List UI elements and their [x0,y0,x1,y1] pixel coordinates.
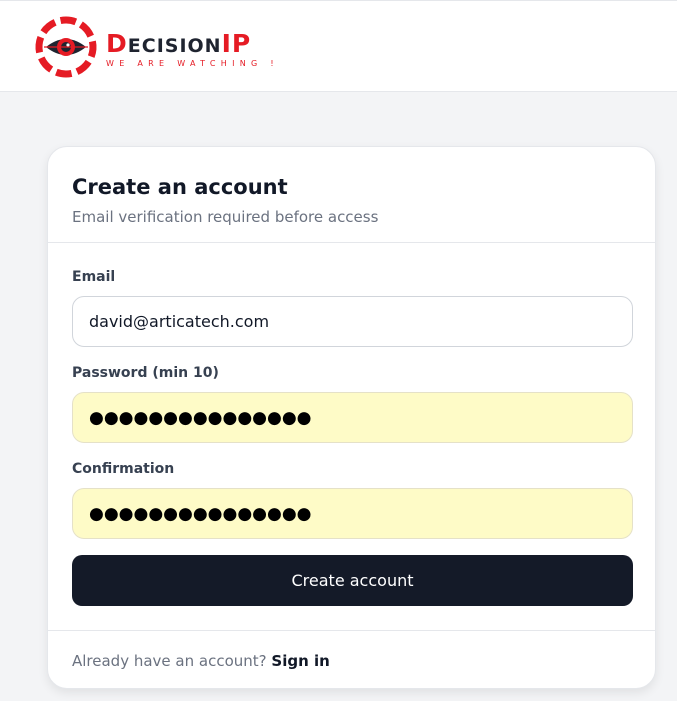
email-field[interactable]: david@articatech.com [72,296,633,347]
password-field-value: ●●●●●●●●●●●●●●● [89,407,312,428]
email-label: Email [72,269,116,285]
email-field-value: david@articatech.com [89,312,270,331]
card-title: Create an account [72,175,288,199]
brand-middle: ECISION [127,34,222,57]
eye-logo-icon [35,16,97,78]
top-bar: DECISIONIP WE ARE WATCHING ! [0,0,677,92]
signin-prompt: Already have an account? [72,652,267,670]
card-footer: Already have an account? Sign in [48,630,655,690]
decisionip-logo[interactable]: DECISIONIP WE ARE WATCHING ! [34,15,279,79]
brand-first-letter: D [106,28,128,58]
brand-name: DECISIONIP [106,31,279,56]
signup-card: Create an account Email verification req… [47,146,656,689]
confirmation-field-value: ●●●●●●●●●●●●●●● [89,503,312,524]
brand-tagline: WE ARE WATCHING ! [106,58,279,68]
sign-in-link[interactable]: Sign in [271,652,329,670]
brand-suffix: IP [221,28,252,58]
confirmation-label: Confirmation [72,461,175,477]
footer-text: Already have an account? Sign in [72,652,330,670]
create-account-button[interactable]: Create account [72,555,633,606]
card-header: Create an account Email verification req… [48,147,655,243]
confirmation-field[interactable]: ●●●●●●●●●●●●●●● [72,488,633,539]
password-label: Password (min 10) [72,365,219,381]
card-subtitle: Email verification required before acces… [72,208,379,226]
password-field[interactable]: ●●●●●●●●●●●●●●● [72,392,633,443]
